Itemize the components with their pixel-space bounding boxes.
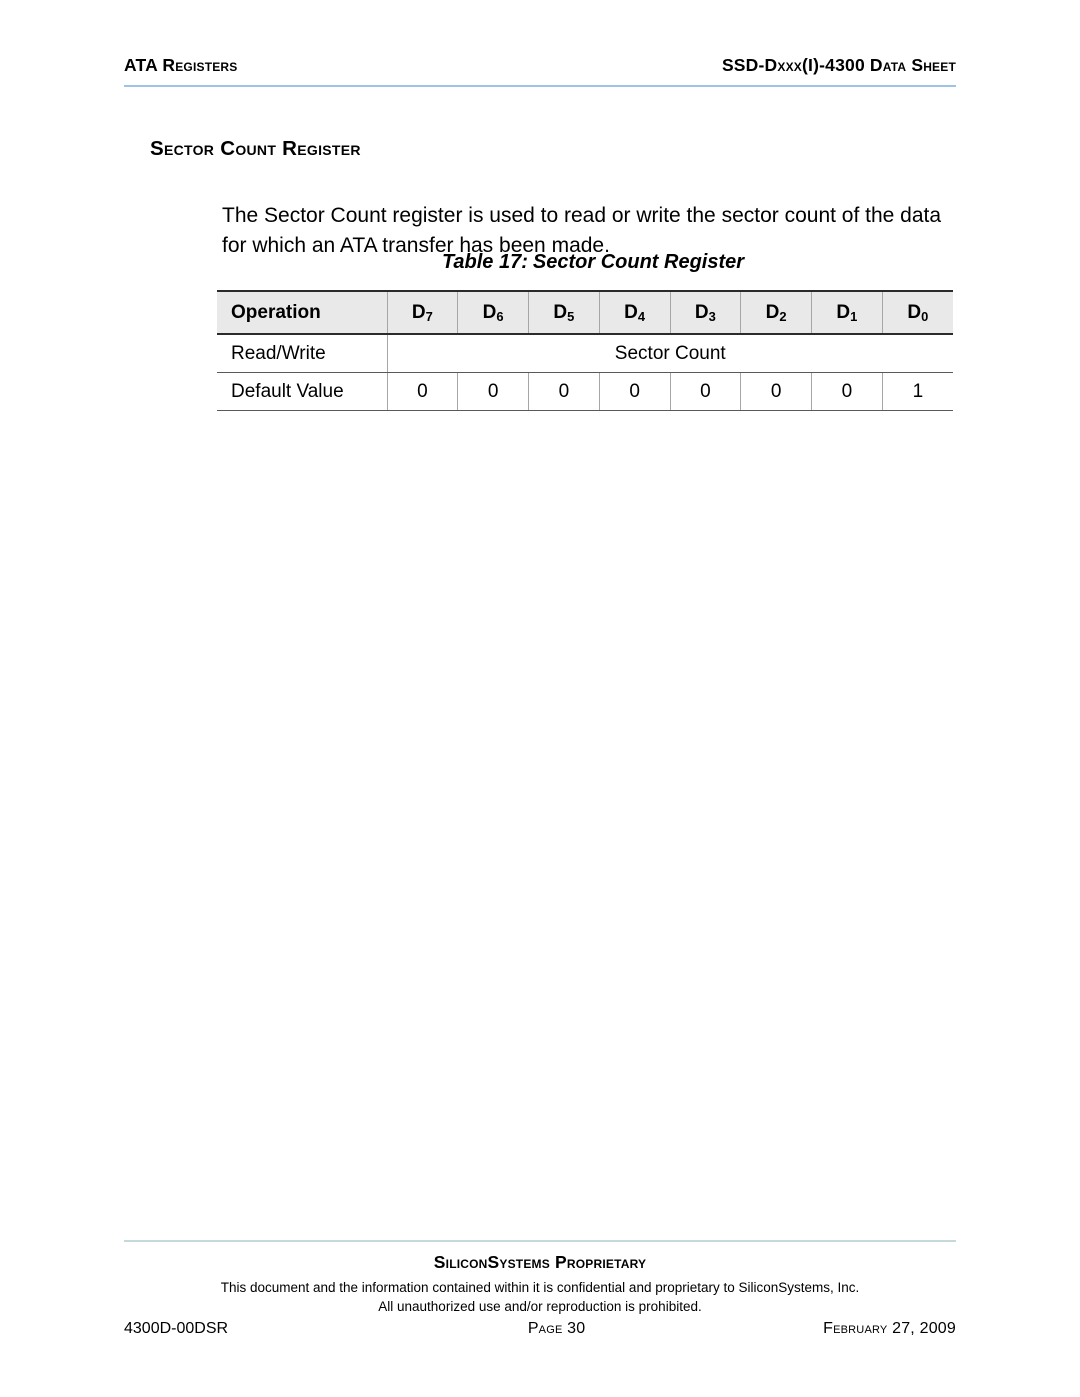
header-left-title: ATA Registers xyxy=(124,55,238,75)
footer-legal-line-1: This document and the information contai… xyxy=(220,1280,860,1295)
column-header-d6-subscript: 6 xyxy=(496,308,504,324)
table-body: Read/Write Sector Count Default Value 0 … xyxy=(217,334,953,411)
column-header-d0-subscript: 0 xyxy=(921,308,929,324)
footer-legal-notice: This document and the information contai… xyxy=(124,1278,956,1316)
default-value-d0: 1 xyxy=(881,372,953,411)
default-value-d3: 0 xyxy=(669,372,741,411)
row-value-sector-count: Sector Count xyxy=(387,334,953,373)
column-header-d4: D4 xyxy=(598,290,670,335)
document-page: ATA Registers SSD-Dxxx(I)-4300 Data Shee… xyxy=(0,0,1080,1397)
page-header: ATA Registers SSD-Dxxx(I)-4300 Data Shee… xyxy=(124,55,956,75)
column-header-d1: D1 xyxy=(811,290,883,335)
column-header-d3-label: D xyxy=(694,301,709,323)
sector-count-register-table: Operation D7 D6 D5 D4 D3 D2 D1 D0 Read/W… xyxy=(217,290,953,411)
column-header-d6: D6 xyxy=(457,290,529,335)
table-row: Default Value 0 0 0 0 0 0 0 1 xyxy=(217,372,953,411)
column-header-d2: D2 xyxy=(740,290,812,335)
row-label-read-write: Read/Write xyxy=(217,334,388,373)
footer-date: February 27, 2009 xyxy=(823,1320,956,1337)
table-header: Operation D7 D6 D5 D4 D3 D2 D1 D0 xyxy=(217,290,953,335)
column-header-d5: D5 xyxy=(528,290,600,335)
default-value-d4: 0 xyxy=(598,372,670,411)
default-value-d2: 0 xyxy=(740,372,812,411)
table-row: Read/Write Sector Count xyxy=(217,334,953,373)
column-header-d7-label: D xyxy=(411,301,426,323)
column-header-operation: Operation xyxy=(217,290,387,335)
column-header-operation-label: Operation xyxy=(231,301,321,323)
column-header-d3-subscript: 3 xyxy=(708,308,716,324)
default-value-d5: 0 xyxy=(528,372,600,411)
column-header-d4-label: D xyxy=(624,301,638,323)
table-caption-title: Sector Count Register xyxy=(532,251,745,273)
column-header-d5-subscript: 5 xyxy=(567,308,575,324)
column-header-d3: D3 xyxy=(669,290,741,335)
footer-page-number: Page 30 xyxy=(527,1320,586,1337)
column-header-d0: D0 xyxy=(881,290,953,335)
column-header-d7-subscript: 7 xyxy=(425,308,433,324)
default-value-d1: 0 xyxy=(811,372,883,411)
register-table-container: Operation D7 D6 D5 D4 D3 D2 D1 D0 Read/W… xyxy=(217,290,953,411)
default-value-d7: 0 xyxy=(386,372,458,411)
table-caption: Table 17: Sector Count Register xyxy=(222,251,964,274)
column-header-d2-label: D xyxy=(765,301,780,323)
column-header-d6-label: D xyxy=(482,301,497,323)
footer-divider-rule xyxy=(124,1240,956,1242)
column-header-d4-subscript: 4 xyxy=(637,308,646,324)
page-footer: 4300D-00DSR Page 30 February 27, 2009 xyxy=(124,1320,956,1338)
footer-document-id: 4300D-00DSR xyxy=(124,1320,229,1337)
default-value-d6: 0 xyxy=(457,372,529,411)
column-header-d7: D7 xyxy=(386,290,458,335)
footer-legal-line-2: All unauthorized use and/or reproduction… xyxy=(378,1299,702,1314)
header-right-title: SSD-Dxxx(I)-4300 Data Sheet xyxy=(721,55,956,75)
row-label-default-value: Default Value xyxy=(217,372,388,411)
column-header-d0-label: D xyxy=(907,301,922,323)
table-header-row: Operation D7 D6 D5 D4 D3 D2 D1 D0 xyxy=(217,290,953,335)
header-divider-rule xyxy=(124,85,956,87)
footer-proprietary-notice: SiliconSystems Proprietary xyxy=(433,1252,647,1272)
column-header-d2-subscript: 2 xyxy=(779,308,787,324)
table-caption-label: Table 17: xyxy=(441,251,528,273)
column-header-d5-label: D xyxy=(553,301,568,323)
column-header-d1-label: D xyxy=(836,301,851,323)
column-header-d1-subscript: 1 xyxy=(850,308,858,324)
section-heading: Sector Count Register xyxy=(150,137,361,160)
